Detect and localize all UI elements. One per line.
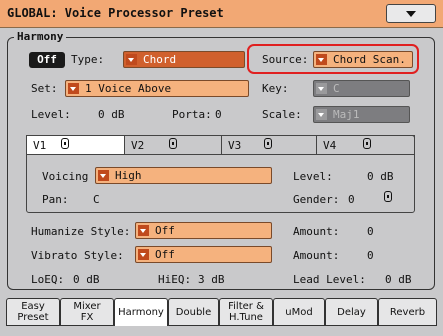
porta-value[interactable]: 0 bbox=[215, 108, 222, 121]
tab-harmony[interactable]: Harmony bbox=[114, 298, 168, 326]
vibrato-style-value: Off bbox=[155, 248, 175, 261]
pan-label: Pan: bbox=[42, 193, 69, 206]
tab-label: Delay bbox=[337, 306, 366, 318]
porta-label: Porta: bbox=[172, 108, 212, 121]
gender-value[interactable]: 0 bbox=[348, 193, 355, 206]
set-label: Set: bbox=[31, 82, 58, 95]
tab-label: uMod bbox=[285, 306, 313, 318]
set-value: 1 Voice Above bbox=[85, 82, 172, 95]
voice-tab-label: V2 bbox=[131, 139, 145, 152]
voice-icon bbox=[61, 138, 69, 152]
source-highlight-outline bbox=[247, 44, 419, 74]
key-dropdown[interactable]: C bbox=[313, 80, 410, 97]
tab-easy-preset[interactable]: Easy Preset bbox=[6, 298, 60, 326]
type-value: Chord bbox=[143, 53, 177, 66]
key-label: Key: bbox=[262, 82, 289, 95]
gender-icon bbox=[384, 191, 392, 205]
type-dropdown[interactable]: Chord bbox=[123, 51, 245, 68]
lead-level-value[interactable]: 0 dB bbox=[385, 273, 412, 286]
dropdown-arrow-icon bbox=[98, 170, 109, 181]
page-menu-button[interactable] bbox=[386, 4, 436, 23]
hieq-value[interactable]: 3 dB bbox=[198, 273, 225, 286]
voice-icon bbox=[169, 138, 177, 152]
dropdown-arrow-icon bbox=[138, 249, 149, 260]
key-value: C bbox=[333, 82, 340, 95]
voice-tab-v4[interactable]: V4 bbox=[316, 135, 415, 155]
tab-label: Filter & bbox=[228, 301, 264, 312]
tab-umod[interactable]: uMod bbox=[273, 298, 325, 326]
voicing-dropdown[interactable]: High bbox=[95, 167, 272, 184]
dropdown-arrow-icon bbox=[68, 83, 79, 94]
voice-tab-label: V3 bbox=[228, 139, 242, 152]
voice-tab-v2[interactable]: V2 bbox=[124, 135, 222, 155]
dropdown-arrow-icon bbox=[316, 83, 327, 94]
voicing-label: Voicing bbox=[42, 170, 89, 183]
dropdown-arrow-icon bbox=[126, 54, 137, 65]
humanize-amount-value[interactable]: 0 bbox=[367, 225, 374, 238]
loeq-value[interactable]: 0 dB bbox=[73, 273, 100, 286]
set-dropdown[interactable]: 1 Voice Above bbox=[65, 80, 249, 97]
tab-label: Double bbox=[175, 306, 212, 318]
hieq-label: HiEQ: bbox=[158, 273, 192, 286]
tab-filter-htune[interactable]: Filter & H.Tune bbox=[219, 298, 273, 326]
section-title: Harmony bbox=[14, 30, 67, 43]
type-label: Type: bbox=[71, 53, 105, 66]
tab-label: Harmony bbox=[118, 307, 164, 318]
level-label: Level: bbox=[31, 108, 71, 121]
scale-dropdown[interactable]: Maj1 bbox=[313, 106, 410, 123]
vibrato-style-dropdown[interactable]: Off bbox=[135, 246, 272, 263]
vibrato-amount-label: Amount: bbox=[293, 249, 340, 262]
vibrato-style-label: Vibrato Style: bbox=[31, 249, 124, 262]
loeq-label: LoEQ: bbox=[31, 273, 65, 286]
tab-double[interactable]: Double bbox=[168, 298, 219, 326]
lead-level-label: Lead Level: bbox=[293, 273, 366, 286]
voicing-value: High bbox=[115, 169, 142, 182]
tab-label: H.Tune bbox=[229, 312, 263, 323]
voice-level-label: Level: bbox=[293, 170, 333, 183]
scale-label: Scale: bbox=[262, 108, 302, 121]
voice-icon bbox=[264, 138, 272, 152]
tab-label: Easy bbox=[21, 301, 45, 312]
page-title: GLOBAL: Voice Processor Preset bbox=[7, 6, 224, 20]
tab-reverb[interactable]: Reverb bbox=[378, 298, 437, 326]
humanize-amount-label: Amount: bbox=[293, 225, 340, 238]
dropdown-arrow-icon bbox=[316, 109, 327, 120]
voice-tab-label: V1 bbox=[33, 139, 47, 152]
voice-tab-label: V4 bbox=[323, 139, 337, 152]
tab-delay[interactable]: Delay bbox=[325, 298, 378, 326]
humanize-style-label: Humanize Style: bbox=[31, 225, 131, 238]
tab-label: Preset bbox=[17, 312, 49, 323]
scale-value: Maj1 bbox=[333, 108, 360, 121]
vibrato-amount-value[interactable]: 0 bbox=[367, 249, 374, 262]
harmony-off-button[interactable]: Off bbox=[29, 52, 65, 68]
voice-level-value[interactable]: 0 dB bbox=[367, 170, 394, 183]
gender-label: Gender: bbox=[293, 193, 340, 206]
voice-tab-v1[interactable]: V1 bbox=[26, 135, 125, 155]
pan-value[interactable]: C bbox=[93, 193, 100, 206]
voice-icon bbox=[363, 138, 371, 152]
tab-label: Reverb bbox=[389, 306, 426, 318]
humanize-style-dropdown[interactable]: Off bbox=[135, 222, 272, 239]
tab-label: FX bbox=[80, 312, 94, 323]
tab-label: Mixer bbox=[73, 301, 101, 312]
tab-mixer-fx[interactable]: Mixer FX bbox=[60, 298, 114, 326]
level-value[interactable]: 0 dB bbox=[98, 108, 125, 121]
voice-tab-v3[interactable]: V3 bbox=[221, 135, 317, 155]
humanize-style-value: Off bbox=[155, 224, 175, 237]
dropdown-arrow-icon bbox=[138, 225, 149, 236]
